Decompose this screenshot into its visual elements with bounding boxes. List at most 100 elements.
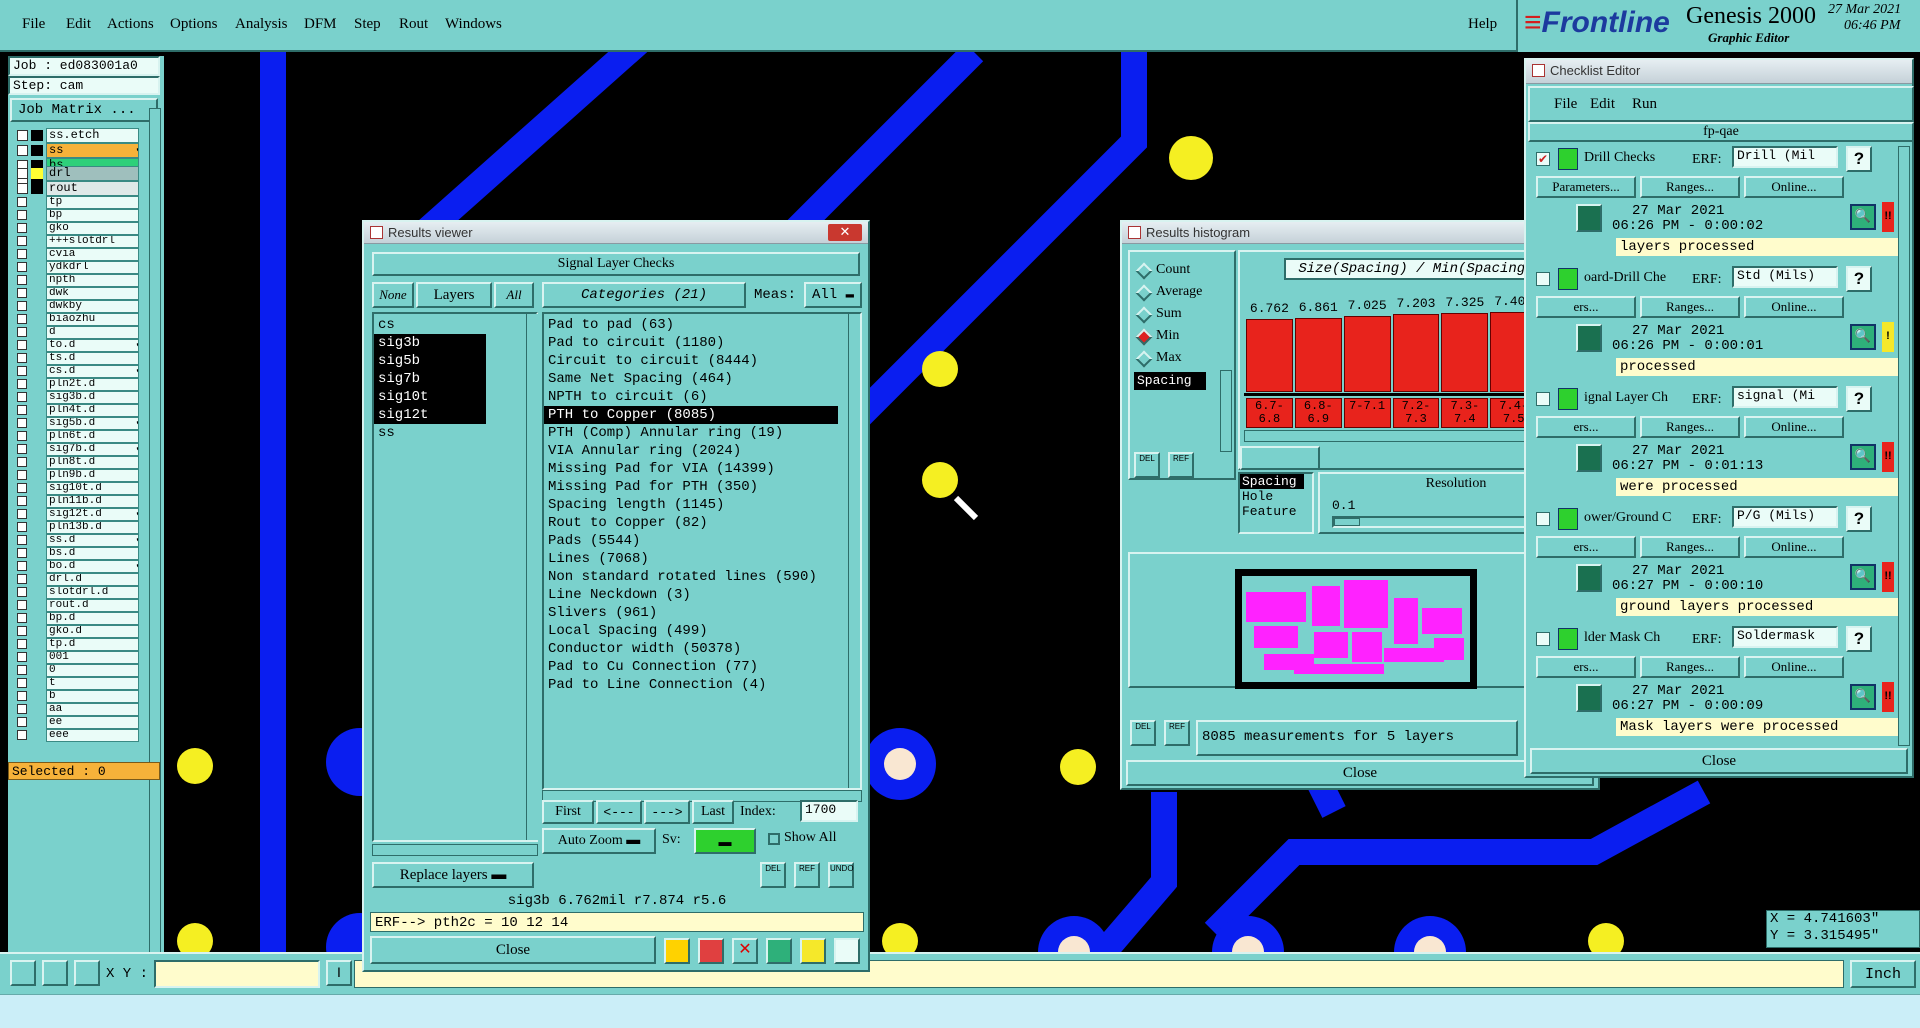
menu-actions[interactable]: Actions <box>107 16 154 33</box>
layer-name[interactable]: d <box>46 326 139 339</box>
layer-row[interactable]: bp.d <box>8 612 139 625</box>
layer-checkbox[interactable] <box>17 665 27 675</box>
layer-row[interactable]: pln11b.d <box>8 495 139 508</box>
layer-row[interactable]: drl.d <box>8 573 139 586</box>
layer-name[interactable]: drl.d <box>46 573 139 586</box>
layer-name[interactable]: gko <box>46 222 139 235</box>
last-button[interactable]: Last <box>692 800 734 824</box>
layer-list-item[interactable]: sig3b <box>374 334 486 352</box>
layer-name[interactable]: b <box>46 690 139 703</box>
category-list-item[interactable]: Rout to Copper (82) <box>544 514 838 532</box>
layer-row[interactable]: pln2t.d <box>8 378 139 391</box>
measure-feature[interactable]: Feature <box>1240 504 1312 519</box>
parameters-button[interactable]: ers... <box>1536 656 1636 678</box>
layer-checkbox[interactable] <box>17 626 27 636</box>
mode-radio[interactable] <box>1135 284 1153 302</box>
layer-checkbox[interactable] <box>17 353 27 363</box>
layer-row[interactable]: cs.d✔ <box>8 365 139 378</box>
layer-row[interactable]: rout <box>8 181 139 196</box>
ranges-button[interactable]: Ranges... <box>1640 536 1740 558</box>
layer-row[interactable]: 0 <box>8 664 139 677</box>
next-button[interactable]: ---> <box>644 800 690 824</box>
categories-scrollbar[interactable] <box>848 314 860 788</box>
mode-radio[interactable] <box>1135 306 1153 324</box>
all-button[interactable]: All <box>494 282 534 308</box>
category-list-item[interactable]: Pad to pad (63) <box>544 316 838 334</box>
measure-hole[interactable]: Hole <box>1240 489 1312 504</box>
layer-row[interactable]: ss.etch <box>8 128 139 143</box>
zoom-results-icon[interactable]: 🔍 <box>1850 324 1876 350</box>
category-list-item[interactable]: Local Spacing (499) <box>544 622 838 640</box>
layer-row[interactable]: gko.d <box>8 625 139 638</box>
delete-tool-icon[interactable] <box>698 938 724 964</box>
run-action-icon[interactable] <box>1576 324 1602 352</box>
layer-checkbox[interactable] <box>17 405 27 415</box>
layer-checkbox[interactable] <box>17 561 27 571</box>
layer-checkbox[interactable] <box>17 457 27 467</box>
layer-row[interactable]: sig7b.d✔ <box>8 443 139 456</box>
del-icon[interactable]: DEL <box>760 862 786 888</box>
layer-checkbox[interactable] <box>17 301 27 311</box>
run-action-icon[interactable] <box>1576 444 1602 472</box>
layer-name[interactable]: bp.d <box>46 612 139 625</box>
layer-checkbox[interactable] <box>17 496 27 506</box>
results-close-button[interactable]: Close <box>370 936 656 964</box>
layer-checkbox[interactable] <box>17 183 28 194</box>
layer-row[interactable]: ss✔ <box>8 143 139 158</box>
auto-zoom-select[interactable]: Auto Zoom ▬ <box>542 828 656 854</box>
layer-name[interactable]: tp <box>46 196 139 209</box>
menu-analysis[interactable]: Analysis <box>235 16 288 33</box>
ranges-button[interactable]: Ranges... <box>1640 416 1740 438</box>
xy-input[interactable] <box>154 960 320 988</box>
online-button[interactable]: Online... <box>1744 416 1844 438</box>
zoom-results-icon[interactable]: 🔍 <box>1850 444 1876 470</box>
meas-select[interactable]: All ▬ <box>804 282 862 308</box>
layer-checkbox[interactable] <box>17 639 27 649</box>
parameters-button[interactable]: ers... <box>1536 416 1636 438</box>
layer-list-item[interactable]: ss <box>374 424 486 442</box>
index-input[interactable]: 1700 <box>800 800 858 822</box>
close-icon[interactable]: ✕ <box>828 224 862 241</box>
help-icon[interactable]: ? <box>1846 266 1872 292</box>
erf-select[interactable]: Drill (Mil <box>1732 146 1838 168</box>
layer-name[interactable]: sig5b.d✔ <box>46 417 139 430</box>
layer-row[interactable]: sig12t.d✔ <box>8 508 139 521</box>
layer-checkbox[interactable] <box>17 444 27 454</box>
layer-list-item[interactable]: sig10t <box>374 388 486 406</box>
layers-tab[interactable]: Layers <box>416 282 492 308</box>
layer-checkbox[interactable] <box>17 379 27 389</box>
layer-checkbox[interactable] <box>17 145 28 156</box>
layer-name[interactable]: cvia <box>46 248 139 261</box>
layer-row[interactable]: pln9b.d <box>8 469 139 482</box>
layer-row[interactable]: bs.d <box>8 547 139 560</box>
zoom-results-icon[interactable]: 🔍 <box>1850 564 1876 590</box>
color-tool-icon[interactable] <box>664 938 690 964</box>
layer-row[interactable]: bp <box>8 209 139 222</box>
category-list-item[interactable]: Slivers (961) <box>544 604 838 622</box>
parameters-button[interactable]: ers... <box>1536 536 1636 558</box>
help-icon[interactable]: ? <box>1846 146 1872 172</box>
menu-windows[interactable]: Windows <box>445 16 502 33</box>
online-button[interactable]: Online... <box>1744 176 1844 198</box>
category-list-item[interactable]: Pad to Line Connection (4) <box>544 676 838 694</box>
preview-del-icon[interactable]: DEL <box>1130 720 1156 746</box>
online-button[interactable]: Online... <box>1744 656 1844 678</box>
layer-name[interactable]: ee <box>46 716 139 729</box>
layer-checkbox[interactable] <box>17 470 27 480</box>
action-checkbox[interactable] <box>1536 392 1550 406</box>
layer-checkbox[interactable] <box>17 314 27 324</box>
category-list-item[interactable]: VIA Annular ring (2024) <box>544 442 838 460</box>
layer-checkbox[interactable] <box>17 418 27 428</box>
layer-checkbox[interactable] <box>17 262 27 272</box>
layer-row[interactable]: pln4t.d <box>8 404 139 417</box>
layer-checkbox[interactable] <box>17 652 27 662</box>
zoom-results-icon[interactable]: 🔍 <box>1850 204 1876 230</box>
layer-row[interactable]: pln8t.d <box>8 456 139 469</box>
layer-checkbox[interactable] <box>17 574 27 584</box>
categories-tab[interactable]: Categories (21) <box>542 282 746 308</box>
hist-del-icon[interactable]: DEL <box>1134 452 1160 478</box>
layer-row[interactable]: pln6t.d <box>8 430 139 443</box>
layer-checkbox[interactable] <box>17 483 27 493</box>
layer-row[interactable]: slotdrl.d <box>8 586 139 599</box>
layer-checkbox[interactable] <box>17 691 27 701</box>
